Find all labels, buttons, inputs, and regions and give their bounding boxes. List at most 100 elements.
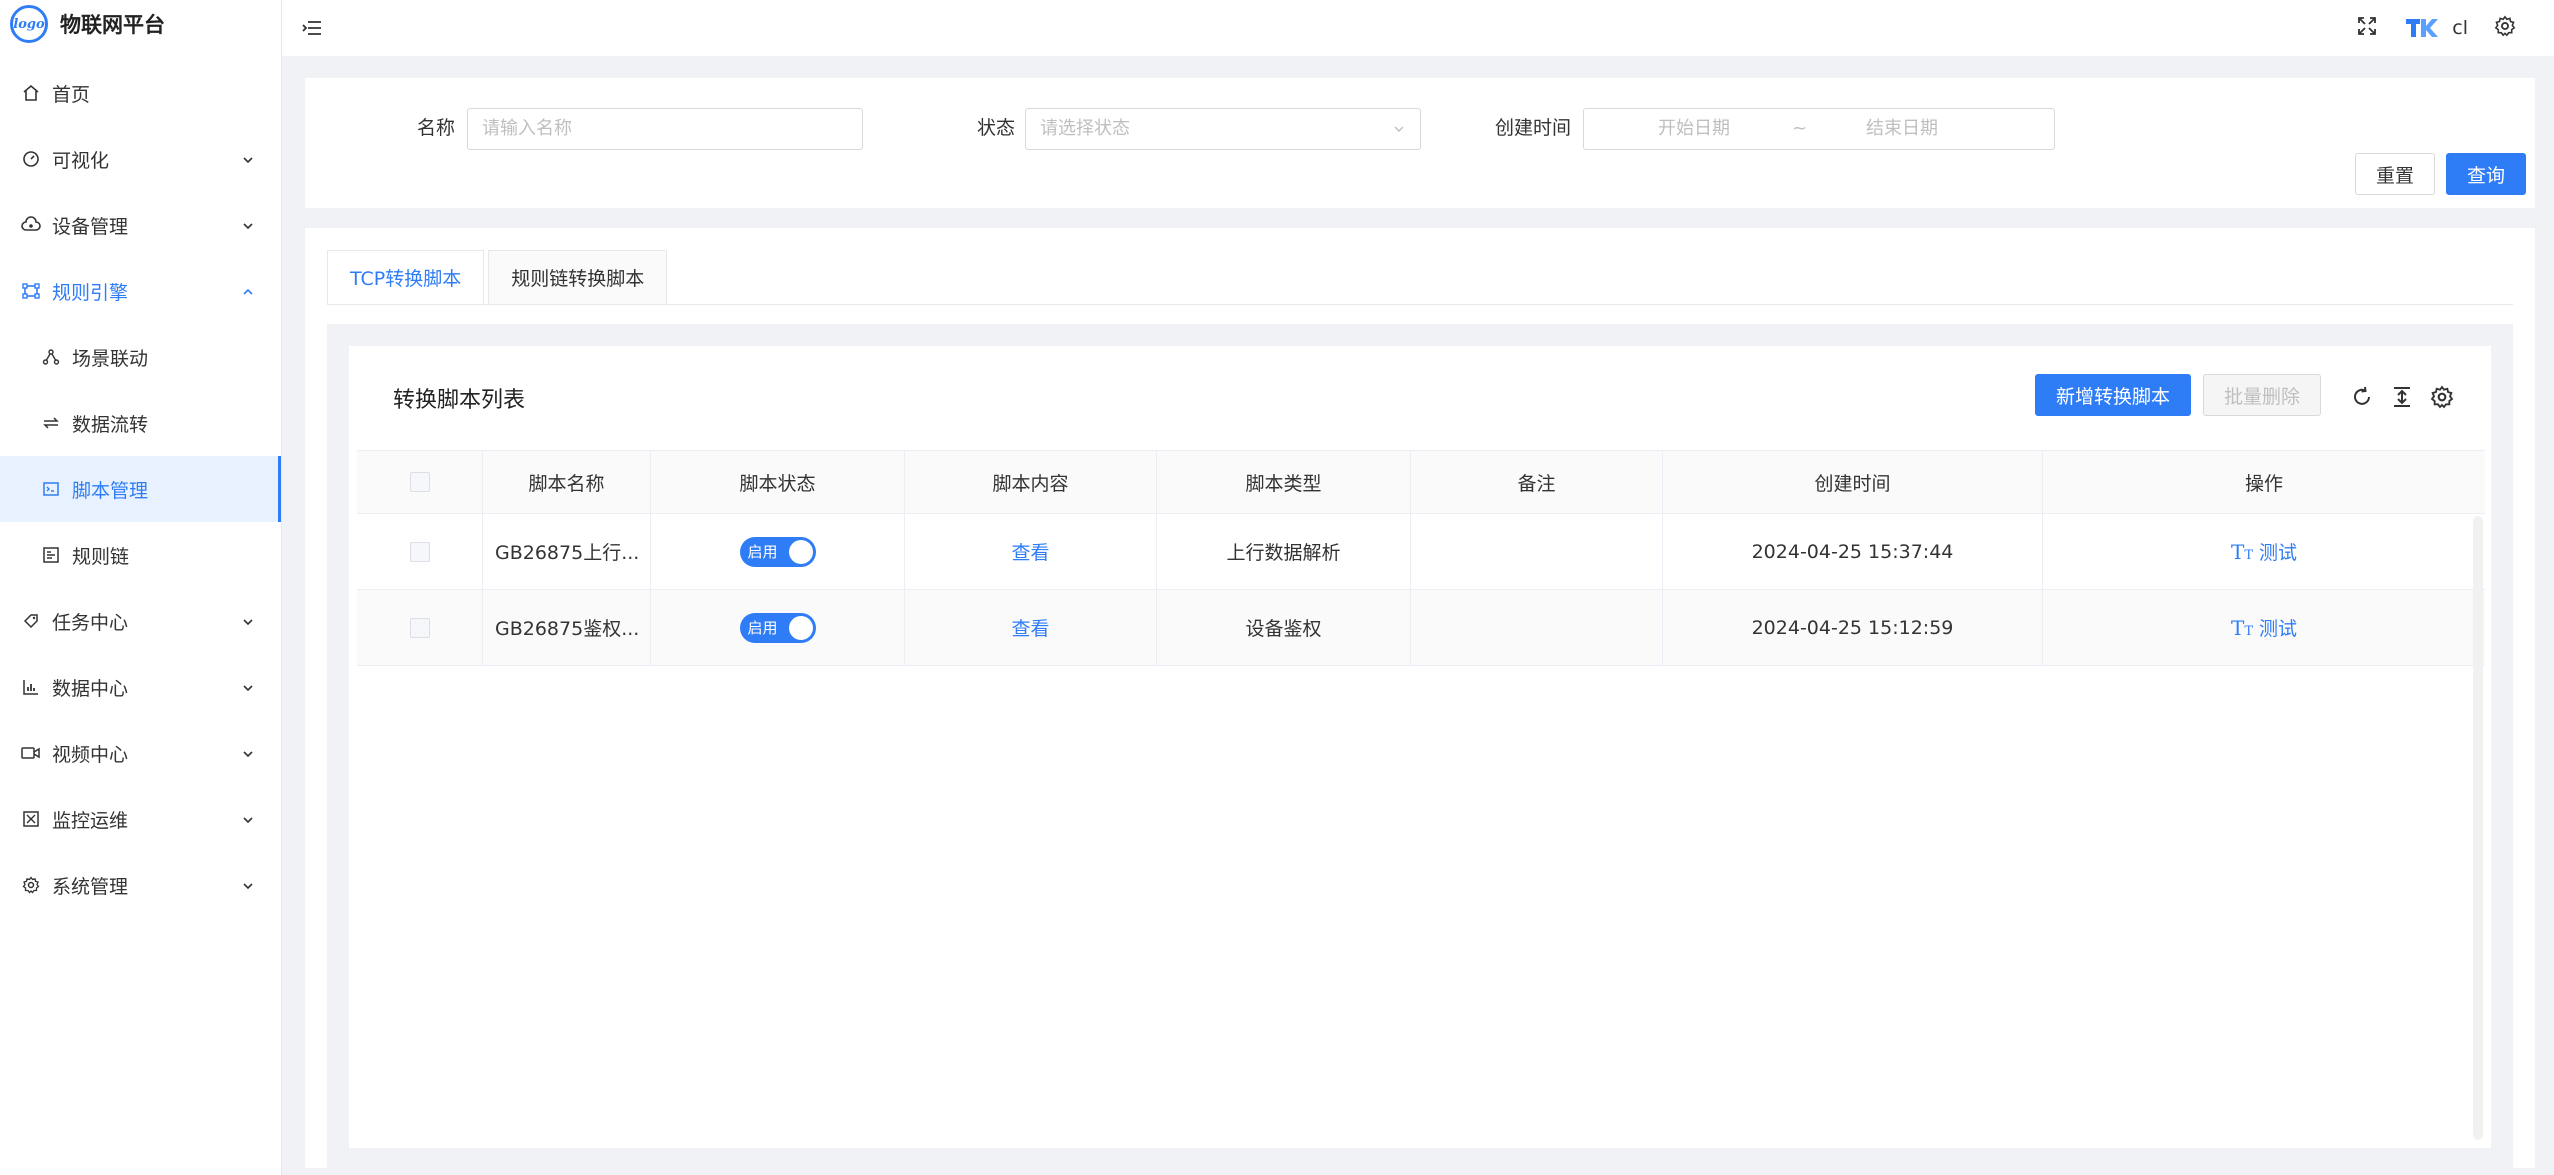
test-button[interactable]: TT 测试 — [2231, 614, 2297, 641]
sidebar: logo 物联网平台 首页 可视化 设备管理 规则引擎 场景联动 数据流转 脚本… — [0, 0, 282, 1175]
table-header: 脚本名称 脚本状态 脚本内容 脚本类型 备注 创建时间 操作 — [357, 450, 2485, 514]
content-panel: TCP转换脚本 规则链转换脚本 转换脚本列表 新增转换脚本 批量删除 脚本名称 … — [305, 228, 2535, 1168]
tk-logo-icon — [2406, 19, 2439, 37]
sidebar-item-label: 系统管理 — [52, 875, 129, 898]
status-toggle[interactable]: 启用 — [739, 536, 816, 567]
remark-cell — [1411, 590, 1663, 665]
row-checkbox[interactable] — [409, 541, 430, 562]
chevron-down-icon — [241, 742, 255, 764]
rule-chain-icon — [40, 544, 62, 566]
end-date-input[interactable]: 结束日期 — [1866, 109, 1938, 149]
name-label: 名称 — [417, 117, 456, 139]
date-range-picker[interactable]: 开始日期 ~ 结束日期 — [1583, 108, 2055, 150]
sidebar-item-script-management[interactable]: 脚本管理 — [0, 456, 281, 522]
start-date-input[interactable]: 开始日期 — [1658, 109, 1730, 149]
table-row: GB26875鉴权... 启用 查看 设备鉴权 2024-04-25 15:12… — [357, 590, 2485, 666]
sidebar-item-rule-engine[interactable]: 规则引擎 — [0, 258, 281, 324]
chevron-down-icon — [241, 214, 255, 236]
add-script-button[interactable]: 新增转换脚本 — [2035, 374, 2191, 416]
sidebar-item-label: 场景联动 — [72, 347, 149, 370]
search-form: 名称 请输入名称 状态 请选择状态 创建时间 开始日期 ~ 结束日期 重置 查询 — [305, 78, 2535, 208]
tab-rule-chain-script[interactable]: 规则链转换脚本 — [488, 250, 668, 304]
script-name-cell: GB26875上行... — [483, 514, 651, 589]
text-size-icon: TT — [2230, 539, 2253, 564]
sidebar-item-label: 可视化 — [52, 149, 110, 172]
actions-cell: TT 测试 — [2043, 514, 2485, 589]
script-table: 脚本名称 脚本状态 脚本内容 脚本类型 备注 创建时间 操作 GB26875上行… — [357, 450, 2485, 666]
row-checkbox[interactable] — [409, 617, 430, 638]
sidebar-item-label: 规则引擎 — [52, 281, 129, 304]
script-list-card: 转换脚本列表 新增转换脚本 批量删除 脚本名称 脚本状态 脚本内容 脚本类型 备… — [349, 346, 2491, 1148]
script-name-cell: GB26875鉴权... — [483, 590, 651, 665]
sidebar-item-video-center[interactable]: 视频中心 — [0, 720, 281, 786]
sidebar-menu: 首页 可视化 设备管理 规则引擎 场景联动 数据流转 脚本管理 规则链 任务中心… — [0, 60, 281, 918]
view-link[interactable]: 查看 — [1011, 614, 1049, 641]
sidebar-item-label: 任务中心 — [52, 611, 129, 634]
test-label: 测试 — [2259, 618, 2298, 640]
batch-delete-button[interactable]: 批量删除 — [2203, 374, 2321, 416]
header-actions: cl — [2330, 15, 2516, 41]
name-placeholder: 请输入名称 — [482, 118, 572, 139]
sidebar-item-task-center[interactable]: 任务中心 — [0, 588, 281, 654]
sidebar-item-label: 规则链 — [72, 545, 130, 568]
chevron-down-icon — [1392, 109, 1406, 149]
card-title: 转换脚本列表 — [393, 388, 526, 413]
row-select-cell — [357, 514, 483, 589]
avatar[interactable]: cl — [2404, 15, 2468, 41]
reset-button[interactable]: 重置 — [2355, 153, 2435, 195]
sidebar-item-home[interactable]: 首页 — [0, 60, 281, 126]
app-logo: logo — [10, 5, 48, 43]
chevron-down-icon — [241, 610, 255, 632]
sidebar-item-system-management[interactable]: 系统管理 — [0, 852, 281, 918]
table-scrollbar[interactable] — [2473, 516, 2483, 1140]
table-wrapper: 转换脚本列表 新增转换脚本 批量删除 脚本名称 脚本状态 脚本内容 脚本类型 备… — [327, 324, 2513, 1168]
script-status-cell: 启用 — [651, 514, 905, 589]
actions-cell: TT 测试 — [2043, 590, 2485, 665]
sidebar-item-rule-chain[interactable]: 规则链 — [0, 522, 281, 588]
chevron-down-icon — [241, 676, 255, 698]
col-script-name: 脚本名称 — [483, 451, 651, 513]
name-input[interactable]: 请输入名称 — [467, 108, 863, 150]
row-select-cell — [357, 590, 483, 665]
status-select[interactable]: 请选择状态 — [1025, 108, 1421, 150]
sidebar-item-visualization[interactable]: 可视化 — [0, 126, 281, 192]
sidebar-item-label: 设备管理 — [52, 215, 129, 238]
range-separator: ~ — [1792, 118, 1808, 139]
chevron-down-icon — [241, 148, 255, 170]
sidebar-item-label: 数据中心 — [52, 677, 129, 700]
chevron-up-icon — [241, 280, 255, 302]
video-icon — [20, 742, 42, 764]
view-link[interactable]: 查看 — [1011, 538, 1049, 565]
select-all-checkbox[interactable] — [409, 472, 430, 492]
status-toggle-label: 启用 — [747, 619, 778, 637]
density-icon[interactable] — [2387, 382, 2417, 412]
chevron-down-icon — [241, 808, 255, 830]
status-placeholder: 请选择状态 — [1040, 118, 1130, 139]
sidebar-item-monitoring-ops[interactable]: 监控运维 — [0, 786, 281, 852]
table-row: GB26875上行... 启用 查看 上行数据解析 2024-04-25 15:… — [357, 514, 2485, 590]
test-button[interactable]: TT 测试 — [2231, 538, 2297, 565]
logo-text: logo — [13, 16, 45, 32]
created-time-cell: 2024-04-25 15:12:59 — [1663, 590, 2043, 665]
col-script-content: 脚本内容 — [905, 451, 1157, 513]
status-toggle[interactable]: 启用 — [739, 612, 816, 643]
user-name: cl — [2452, 17, 2468, 39]
sidebar-item-data-transfer[interactable]: 数据流转 — [0, 390, 281, 456]
column-settings-icon[interactable] — [2427, 382, 2457, 412]
toggle-knob — [788, 615, 813, 640]
script-icon — [40, 478, 62, 500]
chevron-down-icon — [241, 874, 255, 896]
sidebar-item-device-management[interactable]: 设备管理 — [0, 192, 281, 258]
fullscreen-icon[interactable] — [2356, 15, 2378, 41]
tab-tcp-script[interactable]: TCP转换脚本 — [327, 250, 485, 304]
col-script-type: 脚本类型 — [1157, 451, 1411, 513]
select-all-cell — [357, 451, 483, 513]
dashboard-icon — [20, 148, 42, 170]
query-button[interactable]: 查询 — [2446, 153, 2526, 195]
gear-icon[interactable] — [2494, 15, 2516, 41]
menu-fold-icon[interactable] — [296, 12, 328, 44]
sidebar-item-data-center[interactable]: 数据中心 — [0, 654, 281, 720]
sidebar-item-scene-linkage[interactable]: 场景联动 — [0, 324, 281, 390]
refresh-icon[interactable] — [2347, 382, 2377, 412]
script-content-cell: 查看 — [905, 590, 1157, 665]
